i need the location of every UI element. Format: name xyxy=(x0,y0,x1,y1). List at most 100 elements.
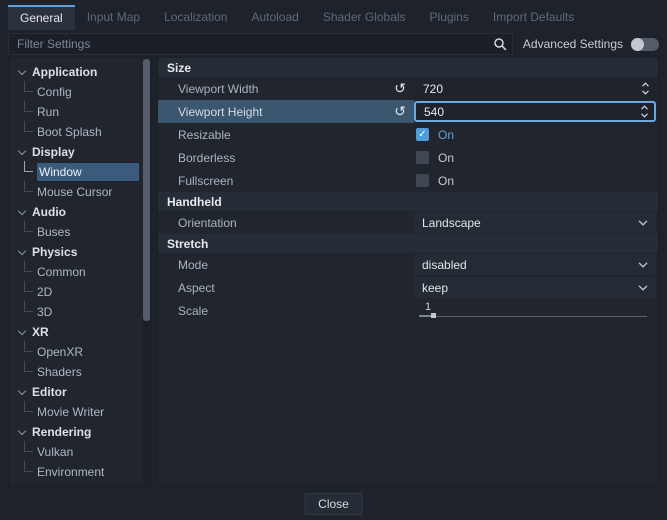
property-label: Mode xyxy=(178,258,208,272)
sidebar-item-rendering[interactable]: Rendering xyxy=(9,422,151,442)
property-value-cell: On xyxy=(414,146,658,169)
sidebar-item-editor[interactable]: Editor xyxy=(9,382,151,402)
sidebar-item-label: Physics xyxy=(32,243,77,261)
spinner-updown-icon[interactable] xyxy=(640,104,649,119)
property-value-cell: On xyxy=(414,169,658,192)
tab-shader-globals[interactable]: Shader Globals xyxy=(311,5,418,30)
chevron-down-icon xyxy=(18,66,26,74)
sidebar-item-buses[interactable]: Buses xyxy=(9,222,151,242)
checkbox-resizable[interactable]: ✓ On xyxy=(416,128,454,142)
sidebar-item-mouse-cursor[interactable]: Mouse Cursor xyxy=(9,182,151,202)
sidebar-item-label: Display xyxy=(32,143,75,161)
sidebar-scrollbar-track[interactable] xyxy=(143,59,150,484)
property-value-cell: disabled xyxy=(414,253,658,276)
slider-grabber-handle[interactable] xyxy=(431,313,436,318)
checkbox-checked-icon: ✓ xyxy=(416,128,429,141)
property-row-viewport-width: Viewport Width ↺ 720 xyxy=(158,77,658,100)
toggle-knob-icon xyxy=(631,38,644,51)
sidebar-item-label: Movie Writer xyxy=(37,403,104,421)
sidebar-item-label: 2D xyxy=(37,283,52,301)
checkbox-state-label: On xyxy=(438,128,454,142)
property-row-mode: Mode disabled xyxy=(158,253,658,276)
checkbox-borderless[interactable]: On xyxy=(416,151,454,165)
close-button[interactable]: Close xyxy=(304,493,363,515)
property-label-cell: Viewport Width ↺ xyxy=(158,77,414,100)
sidebar-item-label: XR xyxy=(32,323,49,341)
sidebar-item-label: Mouse Cursor xyxy=(37,183,112,201)
filter-settings-input[interactable] xyxy=(8,33,513,55)
checkbox-fullscreen[interactable]: On xyxy=(416,174,454,188)
tab-import-defaults[interactable]: Import Defaults xyxy=(481,5,586,30)
sidebar-item-physics[interactable]: Physics xyxy=(9,242,151,262)
sidebar-item-config[interactable]: Config xyxy=(9,82,151,102)
property-label-cell: Mode xyxy=(158,253,414,276)
spin-value: 540 xyxy=(424,105,444,119)
tab-localization[interactable]: Localization xyxy=(152,5,239,30)
tree-items: ApplicationConfigRun Boot Splash Display Wi… xyxy=(9,58,151,482)
sidebar-item-label: Run xyxy=(37,103,59,121)
tab-autoload[interactable]: Autoload xyxy=(239,5,310,30)
spin-input[interactable]: 540 xyxy=(414,101,656,122)
tree-connector-line xyxy=(24,161,33,172)
tree-connector-line xyxy=(24,461,33,472)
sidebar-item-display[interactable]: Display xyxy=(9,142,151,162)
spinner-updown-icon[interactable] xyxy=(641,81,650,96)
property-row-fullscreen: Fullscreen On xyxy=(158,169,658,192)
sidebar-item-boot-splash[interactable]: Boot Splash xyxy=(9,122,151,142)
tree-connector-line xyxy=(24,401,33,412)
property-value-cell: 720 xyxy=(414,77,658,100)
sidebar-item-movie-writer[interactable]: Movie Writer xyxy=(9,402,151,422)
sidebar-item-2d[interactable]: 2D xyxy=(9,282,151,302)
chevron-down-icon xyxy=(638,285,648,291)
chevron-down-icon xyxy=(18,326,26,334)
spin-value: 720 xyxy=(423,82,443,96)
tree-connector-line xyxy=(24,361,33,372)
chevron-down-icon xyxy=(18,246,26,254)
spin-input[interactable]: 720 xyxy=(414,78,656,99)
tree-connector-line xyxy=(24,281,33,292)
sidebar-item-run[interactable]: Run xyxy=(9,102,151,122)
sidebar-item-label: Application xyxy=(32,63,97,81)
dropdown-value: disabled xyxy=(422,258,467,272)
tab-input-map[interactable]: Input Map xyxy=(75,5,152,30)
sidebar-item-shaders[interactable]: Shaders xyxy=(9,362,151,382)
slider-scale[interactable]: 1 xyxy=(414,299,652,322)
property-label-cell: Scale xyxy=(158,299,414,322)
property-label: Orientation xyxy=(178,216,237,230)
dropdown-orientation[interactable]: Landscape xyxy=(414,212,656,233)
property-label: Viewport Height xyxy=(178,105,263,119)
property-row-aspect: Aspect keep xyxy=(158,276,658,299)
tree-connector-line xyxy=(24,181,33,192)
tab-plugins[interactable]: Plugins xyxy=(418,5,481,30)
sidebar-item-xr[interactable]: XR xyxy=(9,322,151,342)
property-label: Aspect xyxy=(178,281,215,295)
sidebar-item-3d[interactable]: 3D xyxy=(9,302,151,322)
tab-general[interactable]: General xyxy=(8,5,75,30)
dropdown-value: Landscape xyxy=(422,216,481,230)
sidebar-scrollbar-thumb[interactable] xyxy=(143,59,150,321)
sidebar-item-common[interactable]: Common xyxy=(9,262,151,282)
settings-category-tree: ApplicationConfigRun Boot Splash Display Wi… xyxy=(8,57,152,486)
project-settings-window: GeneralInput MapLocalizationAutoloadShad… xyxy=(0,0,667,520)
sidebar-item-application[interactable]: Application xyxy=(9,62,151,82)
revert-icon[interactable]: ↺ xyxy=(394,105,406,119)
dropdown-mode[interactable]: disabled xyxy=(414,254,656,275)
sidebar-item-environment[interactable]: Environment xyxy=(9,462,151,482)
property-label: Viewport Width xyxy=(178,82,258,96)
sidebar-item-audio[interactable]: Audio xyxy=(9,202,151,222)
sidebar-item-label: Window xyxy=(37,163,139,181)
dropdown-aspect[interactable]: keep xyxy=(414,277,656,298)
search-icon xyxy=(493,37,507,51)
property-value-cell: keep xyxy=(414,276,658,299)
tree-connector-line xyxy=(24,101,33,112)
advanced-settings-toggle[interactable] xyxy=(631,38,659,51)
checkbox-state-label: On xyxy=(438,174,454,188)
sidebar-item-window[interactable]: Window xyxy=(9,162,151,182)
revert-icon[interactable]: ↺ xyxy=(394,82,406,96)
sidebar-item-vulkan[interactable]: Vulkan xyxy=(9,442,151,462)
section-header-handheld: Handheld xyxy=(158,192,658,211)
sidebar-item-openxr[interactable]: OpenXR xyxy=(9,342,151,362)
property-label: Fullscreen xyxy=(178,174,233,188)
section-header-stretch: Stretch xyxy=(158,234,658,253)
sidebar-item-label: Boot Splash xyxy=(37,123,102,141)
